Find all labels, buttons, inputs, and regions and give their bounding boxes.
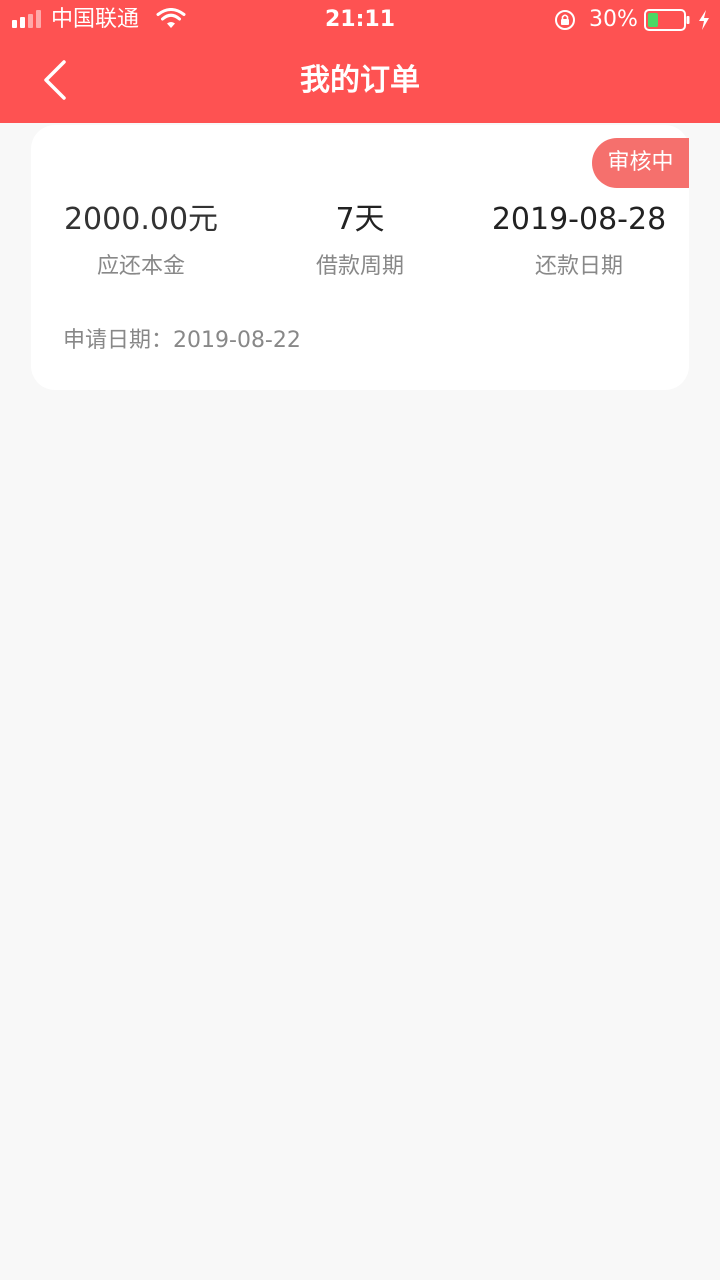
apply-date: 申请日期：2019-08-22 (63, 325, 301, 357)
principal-value: 2000.00元 (63, 202, 219, 237)
term-label: 借款周期 (315, 254, 404, 279)
app-header: 中国联通 21:11 30% 我的订单 (0, 0, 720, 123)
term-stat: 7天 借款周期 (250, 195, 470, 285)
apply-date-value: 2019-08-22 (173, 328, 301, 353)
due-date-value: 2019-08-28 (491, 202, 667, 237)
page-title: 我的订单 (300, 63, 420, 98)
term-value: 7天 (335, 202, 385, 237)
principal-label: 应还本金 (96, 254, 185, 279)
due-date-stat: 2019-08-28 还款日期 (469, 195, 689, 285)
due-date-label: 还款日期 (534, 254, 623, 279)
apply-date-label: 申请日期： (63, 328, 174, 353)
navigation-bar: 我的订单 (0, 40, 720, 123)
status-bar: 中国联通 21:11 30% (0, 0, 720, 40)
principal-stat: 2000.00元 应还本金 (31, 195, 251, 285)
rotation-lock-icon (555, 10, 575, 30)
order-card[interactable]: 审核中 2000.00元 应还本金 7天 借款周期 2019-08-28 还款日… (31, 125, 689, 390)
charging-bolt-icon (699, 10, 709, 30)
battery-percent: 30% (589, 7, 638, 32)
battery-icon (644, 9, 690, 31)
status-badge: 审核中 (592, 138, 689, 188)
